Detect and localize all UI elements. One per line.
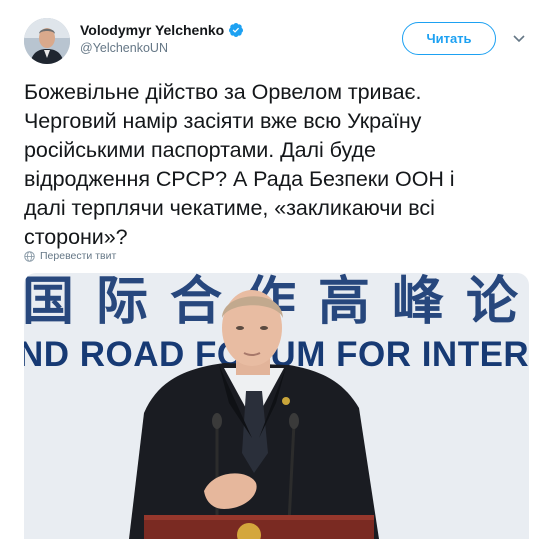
verified-badge-icon (229, 23, 244, 37)
follow-button[interactable]: Читать (402, 22, 496, 55)
display-name[interactable]: Volodymyr Yelchenko (80, 22, 224, 38)
tweet-card: Volodymyr Yelchenko @YelchenkoUN Читать … (0, 0, 549, 539)
handle[interactable]: @YelchenkoUN (80, 41, 244, 55)
avatar[interactable] (24, 18, 70, 64)
author-block: Volodymyr Yelchenko @YelchenkoUN (80, 22, 244, 55)
speaker-figure (129, 290, 379, 539)
tweet-text: Божевільне дійство за Орвелом триває. Че… (24, 78, 534, 252)
translate-label: Перевести твит (40, 250, 117, 262)
tweet-text-line: відродження СРСР? А Рада Безпеки ООН і (24, 167, 455, 191)
tweet-photo[interactable]: 国际合作高峰论 ND ROAD FORUM FOR INTER (24, 273, 529, 539)
translate-tweet-link[interactable]: Перевести твит (24, 250, 116, 262)
tweet-text-line: Черговий намір засіяти вже всю Україну (24, 109, 422, 133)
tweet-text-line: Божевільне дійство за Орвелом триває. (24, 80, 422, 104)
tweet-text-line: російськими паспортами. Далі буде (24, 138, 376, 162)
globe-icon (24, 250, 35, 262)
tweet-text-line: далі терплячи чекатиме, «закликаючи всі (24, 196, 435, 220)
chevron-down-icon[interactable] (512, 34, 526, 44)
tweet-text-line: сторони»? (24, 225, 128, 249)
